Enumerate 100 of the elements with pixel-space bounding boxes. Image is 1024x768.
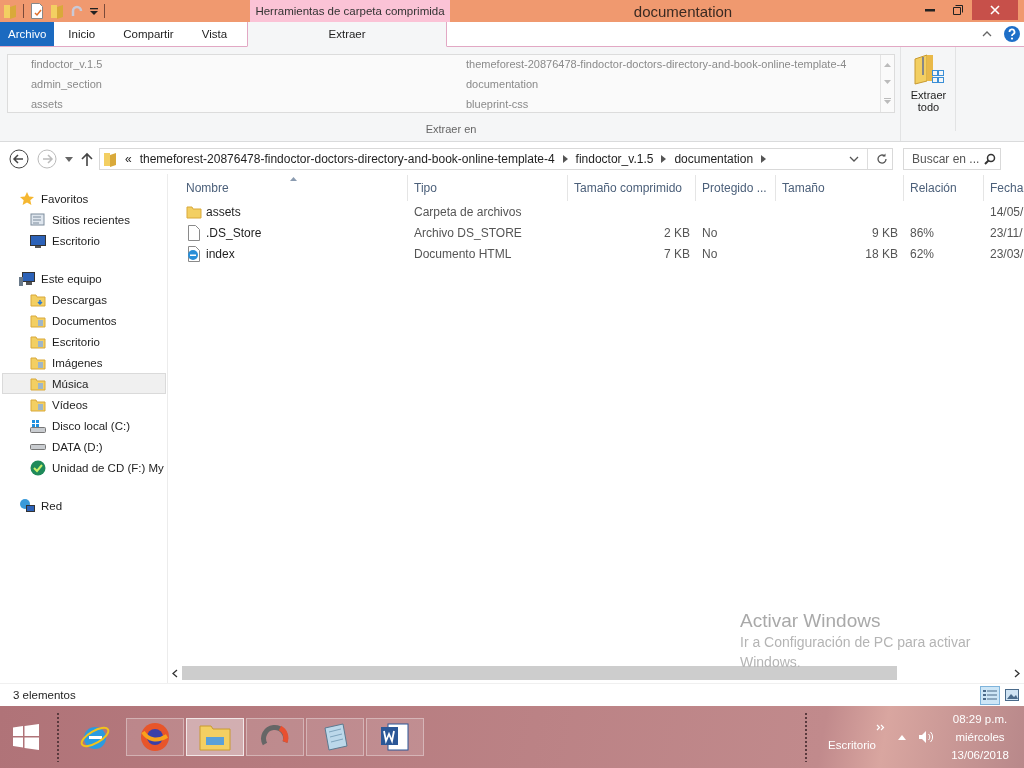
details-view-icon <box>983 689 997 701</box>
folder-icon <box>30 354 46 371</box>
clock-time: 08:29 p.m. <box>952 713 1008 725</box>
taskbar-app-button[interactable] <box>246 718 304 756</box>
column-header[interactable]: Protegido ... <box>696 175 776 201</box>
address-bar[interactable]: « themeforest-20876478-findoctor-doctors-directory-and-book-online-template-4 findoctor_v.1.5 documentation <box>99 148 893 170</box>
web-page-icon <box>186 245 202 262</box>
recent-places-icon <box>30 211 46 228</box>
taskbar-grip[interactable] <box>804 712 808 762</box>
windows-logo-icon <box>13 724 39 750</box>
sidebar-group[interactable]: Red <box>0 495 167 516</box>
clock-date: 13/06/2018 <box>951 749 1009 761</box>
scroll-right-icon[interactable] <box>1014 668 1020 678</box>
ribbon-tab[interactable]: Inicio <box>54 22 110 46</box>
large-icons-view-icon <box>1005 689 1019 701</box>
taskbar-grip[interactable] <box>56 712 60 762</box>
column-header[interactable]: Tamaño comprimido <box>568 175 696 201</box>
sidebar-item[interactable]: DATA (D:) <box>2 436 166 457</box>
table-cell-text: Carpeta de archivos <box>413 203 523 221</box>
breadcrumb-arrow-icon[interactable] <box>761 155 767 163</box>
breadcrumb[interactable]: findoctor_v.1.5 <box>575 152 654 166</box>
table-cell-text: 23/11/ <box>989 224 1024 242</box>
ribbon-tab[interactable]: Extraer <box>247 22 448 47</box>
group-label: Extraer en <box>424 123 478 135</box>
file-name[interactable]: index <box>180 243 408 264</box>
notepad-icon <box>321 722 349 752</box>
sidebar-item[interactable]: Música <box>2 373 166 394</box>
location-item[interactable]: documentation <box>466 73 880 94</box>
drive-icon <box>30 443 46 450</box>
window-title: documentation <box>632 2 734 20</box>
folder-icon <box>103 151 117 167</box>
overflow-chevron[interactable]: « <box>125 152 132 166</box>
table-cell-text: 9 KB <box>871 224 899 242</box>
column-header[interactable]: Fecha <box>984 175 1024 201</box>
document-w-icon <box>380 722 410 752</box>
sidebar-item[interactable]: Escritorio <box>2 331 166 352</box>
ribbon-tab[interactable]: Vista <box>187 22 242 46</box>
sidebar-item[interactable]: Disco local (C:) <box>2 415 166 436</box>
file-name[interactable]: assets <box>180 201 408 222</box>
folder-icon <box>30 396 46 413</box>
restore-icon <box>953 5 963 15</box>
dropdown-icon[interactable] <box>90 6 98 16</box>
extract-all-button[interactable]: Extraer todo <box>902 47 956 131</box>
fox-globe-icon <box>140 722 170 752</box>
forward-button[interactable] <box>37 149 57 169</box>
table-cell-text: 23/03/ <box>989 245 1024 263</box>
taskbar-app-button[interactable] <box>126 718 184 756</box>
back-button[interactable] <box>9 149 29 169</box>
location-item[interactable]: assets <box>31 93 466 114</box>
scrollbar-thumb[interactable] <box>182 666 897 680</box>
location-item[interactable]: blueprint-css <box>466 93 880 114</box>
ribbon-tab[interactable]: Compartir <box>109 22 188 46</box>
sidebar-item[interactable]: Vídeos <box>2 394 166 415</box>
sidebar-item[interactable]: Escritorio <box>2 230 166 251</box>
sidebar-item[interactable]: Unidad de CD (F:) My <box>2 457 166 478</box>
breadcrumb-arrow-icon[interactable] <box>661 155 667 163</box>
sidebar-item[interactable]: Descargas <box>2 289 166 310</box>
close-icon <box>990 5 1000 15</box>
folder-icon <box>30 291 46 308</box>
breadcrumb[interactable]: documentation <box>674 152 754 166</box>
table-cell-text: 14/05/ <box>989 203 1024 221</box>
recent-locations-caret-icon[interactable] <box>65 156 73 162</box>
drive-icon <box>30 417 46 434</box>
sidebar-item[interactable]: Sitios recientes <box>2 209 166 230</box>
file-icon <box>186 224 202 241</box>
speaker-icon[interactable] <box>918 730 934 744</box>
sidebar-item[interactable]: Imágenes <box>2 352 166 373</box>
scroll-left-icon[interactable] <box>172 668 178 678</box>
activation-text: Ir a Configuración de PC para activar Windows. <box>740 633 972 672</box>
show-hidden-icons-icon[interactable] <box>898 734 906 740</box>
sidebar-group[interactable]: Este equipo <box>0 268 167 289</box>
refresh-icon[interactable] <box>876 153 888 165</box>
sidebar-group[interactable]: Favoritos <box>0 188 167 209</box>
table-cell-text: No <box>701 245 719 263</box>
breadcrumb-arrow-icon[interactable] <box>562 155 568 163</box>
item-count: 3 elementos <box>13 689 76 701</box>
page-check-icon[interactable] <box>30 3 44 19</box>
column-header[interactable]: Relación <box>904 175 984 201</box>
column-header[interactable]: Tipo <box>408 175 568 201</box>
double-chevron-icon[interactable] <box>875 723 885 731</box>
folder-icon <box>186 203 202 220</box>
breadcrumb[interactable]: themeforest-20876478-findoctor-doctors-directory-and-book-online-template-4 <box>139 152 555 166</box>
disc-icon <box>30 459 46 476</box>
view-button[interactable] <box>980 685 1000 705</box>
sort-arrow-icon <box>290 177 297 181</box>
file-name[interactable]: .DS_Store <box>180 222 408 243</box>
help-icon[interactable] <box>1004 26 1020 42</box>
folder-icon <box>30 375 46 392</box>
column-header[interactable]: Tamaño <box>776 175 904 201</box>
history-dropdown-icon[interactable] <box>849 156 859 162</box>
up-arrow-icon[interactable] <box>81 152 93 166</box>
search-field[interactable]: Buscar en ... <box>903 148 1001 170</box>
file-tab[interactable]: Archivo <box>0 22 55 46</box>
table-cell-text: 2 KB <box>663 224 691 242</box>
table-cell-text: Documento HTML <box>413 245 513 263</box>
sidebar-item[interactable]: Documentos <box>2 310 166 331</box>
folder-icon <box>199 723 231 751</box>
taskbar-app-button[interactable] <box>366 718 424 756</box>
collapse-ribbon-icon[interactable] <box>982 31 992 37</box>
table-cell-text: 86% <box>909 224 936 242</box>
